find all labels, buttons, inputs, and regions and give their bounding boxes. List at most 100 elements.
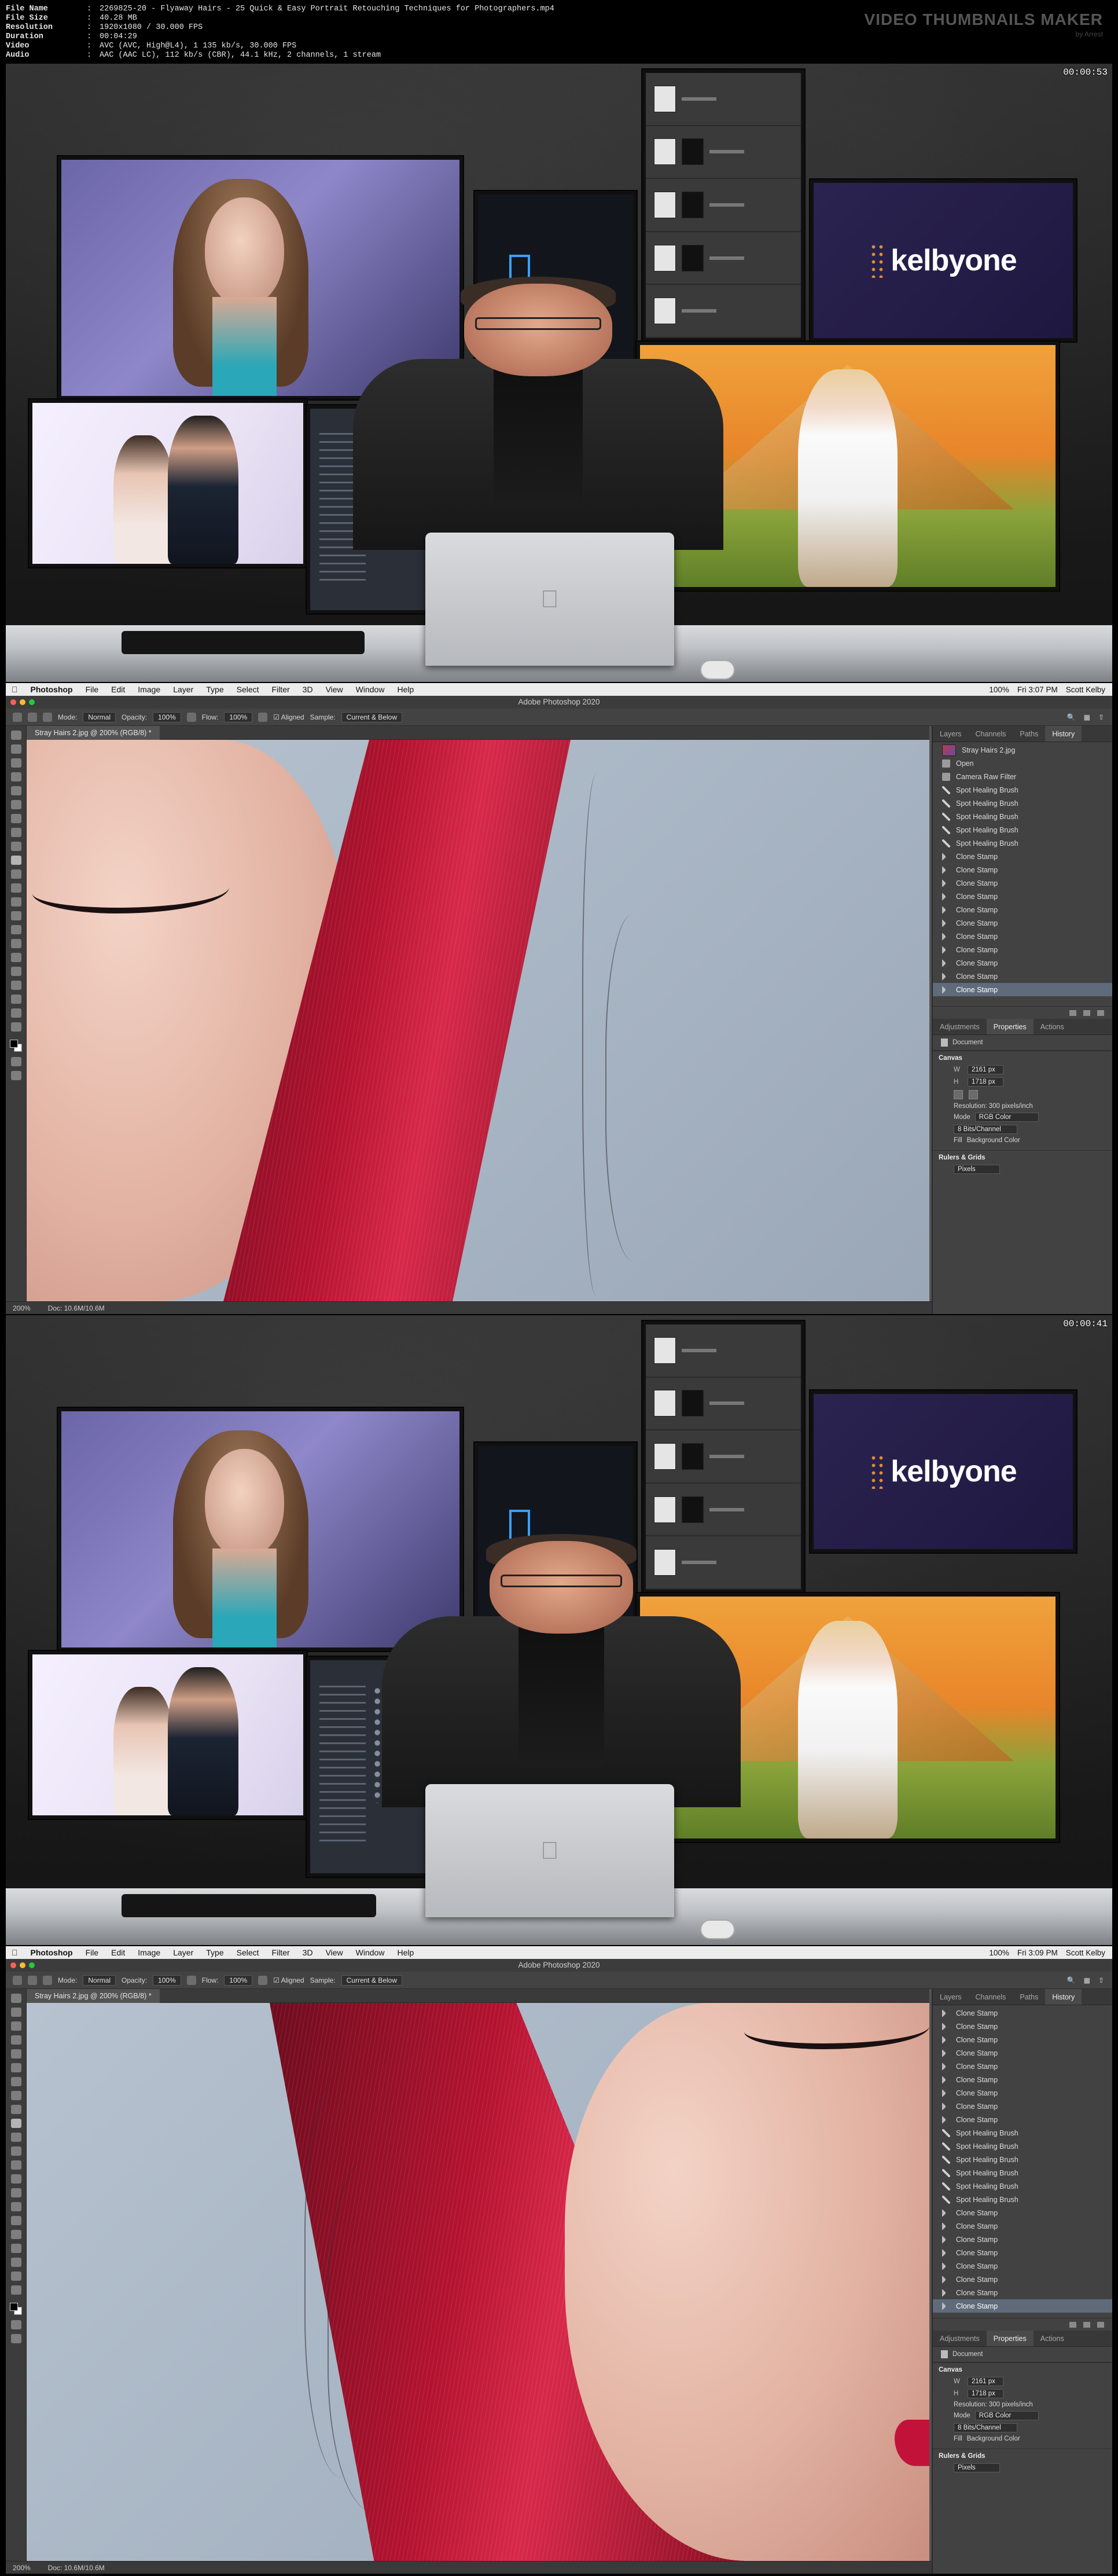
rulers-grids-section-title[interactable]: Rulers & Grids bbox=[939, 1154, 1106, 1161]
menu-window[interactable]: Window bbox=[356, 1948, 385, 1957]
frame-tool-icon[interactable] bbox=[10, 2063, 21, 2072]
document-tab[interactable]: Stray Hairs 2.jpg @ 200% (RGB/8) * bbox=[27, 726, 160, 740]
type-tool-icon[interactable] bbox=[10, 2216, 21, 2225]
opacity-field[interactable]: 100% bbox=[153, 711, 181, 722]
history-item[interactable]: Clone Stamp bbox=[933, 943, 1112, 956]
tab-actions[interactable]: Actions bbox=[1034, 2331, 1071, 2346]
eraser-tool-icon[interactable] bbox=[10, 2146, 21, 2156]
close-window-icon[interactable] bbox=[10, 699, 16, 705]
menu-select[interactable]: Select bbox=[237, 685, 259, 694]
units-select[interactable]: Pixels bbox=[954, 2463, 1000, 2472]
history-item[interactable]: Clone Stamp bbox=[933, 2006, 1112, 2020]
zoom-tool-icon[interactable] bbox=[10, 2272, 21, 2281]
units-select[interactable]: Pixels bbox=[954, 1165, 1000, 1174]
history-item[interactable]: Clone Stamp bbox=[933, 850, 1112, 863]
trash-icon[interactable] bbox=[1097, 1010, 1104, 1016]
fill-select[interactable]: Background Color bbox=[967, 2435, 1020, 2442]
menu-layer[interactable]: Layer bbox=[173, 685, 193, 694]
pen-tool-icon[interactable] bbox=[10, 2202, 21, 2211]
bit-depth-select[interactable]: 8 Bits/Channel bbox=[954, 2423, 1017, 2432]
document-size[interactable]: Doc: 10.6M/10.6M bbox=[48, 2564, 105, 2572]
history-item[interactable]: Spot Healing Brush bbox=[933, 810, 1112, 823]
camera-snapshot-icon[interactable] bbox=[1083, 2321, 1090, 2328]
move-tool-icon[interactable] bbox=[10, 1994, 21, 2003]
zoom-level[interactable]: 200% bbox=[13, 2564, 31, 2572]
bit-depth-select[interactable]: 8 Bits/Channel bbox=[954, 1125, 1017, 1134]
menu-3d[interactable]: 3D bbox=[303, 685, 313, 694]
history-item[interactable]: Clone Stamp bbox=[933, 2060, 1112, 2073]
menu-app-name[interactable]: Photoshop bbox=[31, 685, 73, 694]
canvas-width-field[interactable]: 2161 px bbox=[968, 2377, 1003, 2386]
history-item[interactable]: Clone Stamp bbox=[933, 2020, 1112, 2033]
history-snapshot[interactable]: Stray Hairs 2.jpg bbox=[933, 743, 1112, 757]
history-item[interactable]: Clone Stamp bbox=[933, 970, 1112, 983]
history-item[interactable]: Clone Stamp bbox=[933, 2286, 1112, 2299]
tab-layers[interactable]: Layers bbox=[933, 726, 969, 742]
brush-tool-icon[interactable] bbox=[10, 842, 21, 851]
quick-select-tool-icon[interactable] bbox=[10, 772, 21, 781]
tab-actions[interactable]: Actions bbox=[1034, 1019, 1071, 1034]
document-canvas[interactable] bbox=[27, 740, 929, 1301]
color-swatches[interactable] bbox=[9, 2303, 23, 2316]
lasso-tool-icon[interactable] bbox=[10, 2021, 21, 2031]
zoom-tool-icon[interactable] bbox=[10, 1008, 21, 1018]
path-select-tool-icon[interactable] bbox=[10, 967, 21, 976]
history-item[interactable]: Spot Healing Brush bbox=[933, 2193, 1112, 2206]
history-item[interactable]: Spot Healing Brush bbox=[933, 2140, 1112, 2153]
eyedropper-tool-icon[interactable] bbox=[10, 814, 21, 823]
menu-image[interactable]: Image bbox=[138, 685, 160, 694]
menu-app-name[interactable]: Photoshop bbox=[31, 1948, 73, 1957]
healing-brush-tool-icon[interactable] bbox=[10, 828, 21, 837]
tab-paths[interactable]: Paths bbox=[1013, 1989, 1045, 2005]
blur-tool-icon[interactable] bbox=[10, 911, 21, 920]
menu-window[interactable]: Window bbox=[356, 685, 385, 694]
path-select-tool-icon[interactable] bbox=[10, 2230, 21, 2239]
orientation-portrait-icon[interactable] bbox=[954, 1090, 963, 1099]
user-name[interactable]: Scott Kelby bbox=[1066, 1948, 1105, 1957]
history-item[interactable]: Clone Stamp bbox=[933, 890, 1112, 903]
lasso-tool-icon[interactable] bbox=[10, 758, 21, 768]
pen-tool-icon[interactable] bbox=[10, 939, 21, 948]
dodge-tool-icon[interactable] bbox=[10, 925, 21, 934]
new-document-from-state-icon[interactable] bbox=[1069, 1010, 1076, 1016]
mode-select[interactable]: Normal bbox=[83, 711, 116, 722]
pressure-opacity-icon[interactable] bbox=[186, 712, 196, 722]
clone-stamp-tool-icon[interactable] bbox=[28, 1975, 37, 1985]
canvas-width-field[interactable]: 2161 px bbox=[968, 1065, 1003, 1074]
history-item[interactable]: Spot Healing Brush bbox=[933, 836, 1112, 850]
brush-preset-icon[interactable] bbox=[43, 1975, 52, 1985]
history-item-selected[interactable]: Clone Stamp bbox=[933, 2299, 1112, 2313]
brush-tool-icon[interactable] bbox=[10, 2105, 21, 2114]
gradient-tool-icon[interactable] bbox=[10, 897, 21, 907]
menu-3d[interactable]: 3D bbox=[303, 1948, 313, 1957]
minimize-window-icon[interactable] bbox=[20, 1962, 25, 1968]
airbrush-icon[interactable] bbox=[258, 712, 268, 722]
history-item[interactable]: Spot Healing Brush bbox=[933, 2166, 1112, 2179]
tab-channels[interactable]: Channels bbox=[969, 726, 1013, 742]
tab-properties[interactable]: Properties bbox=[986, 2331, 1034, 2346]
quick-mask-icon[interactable] bbox=[10, 2320, 21, 2329]
menu-type[interactable]: Type bbox=[206, 685, 223, 694]
history-item[interactable]: Clone Stamp bbox=[933, 956, 1112, 970]
more-tools-icon[interactable] bbox=[10, 1022, 21, 1032]
menu-edit[interactable]: Edit bbox=[111, 1948, 125, 1957]
canvas-section-title[interactable]: Canvas bbox=[939, 1055, 1106, 1062]
document-tab[interactable]: Stray Hairs 2.jpg @ 200% (RGB/8) * bbox=[27, 1989, 160, 2003]
history-item[interactable]: Clone Stamp bbox=[933, 2100, 1112, 2113]
history-item[interactable]: Clone Stamp bbox=[933, 903, 1112, 916]
history-item[interactable]: Spot Healing Brush bbox=[933, 2126, 1112, 2140]
apple-menu-icon[interactable]:  bbox=[12, 685, 18, 694]
crop-tool-icon[interactable] bbox=[10, 2049, 21, 2058]
document-size[interactable]: Doc: 10.6M/10.6M bbox=[48, 1304, 105, 1312]
share-icon[interactable]: ⇧ bbox=[1098, 713, 1104, 721]
tab-properties[interactable]: Properties bbox=[986, 1019, 1034, 1034]
home-icon[interactable] bbox=[13, 1975, 22, 1985]
history-item[interactable]: Camera Raw Filter bbox=[933, 770, 1112, 783]
clone-stamp-tool-icon[interactable] bbox=[10, 856, 21, 865]
battery-percent[interactable]: 100% bbox=[989, 1948, 1009, 1957]
document-canvas[interactable] bbox=[27, 2003, 929, 2561]
menu-view[interactable]: View bbox=[326, 1948, 343, 1957]
search-icon[interactable]: 🔍 bbox=[1067, 1976, 1076, 1984]
sample-select[interactable]: Current & Below bbox=[341, 1975, 402, 1986]
minimize-window-icon[interactable] bbox=[20, 699, 25, 705]
